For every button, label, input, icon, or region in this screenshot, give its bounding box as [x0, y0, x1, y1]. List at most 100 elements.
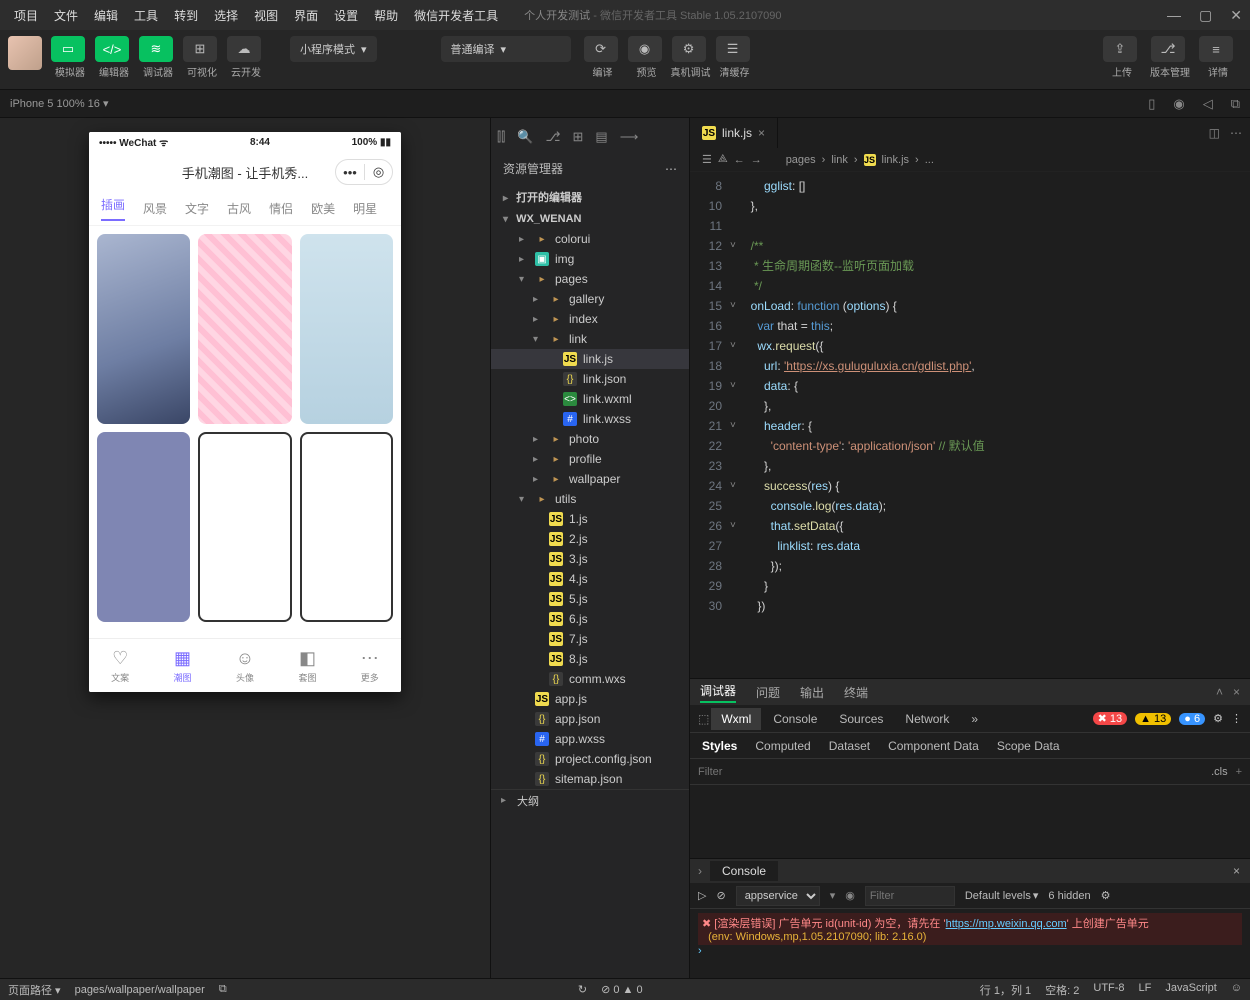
search-icon[interactable]: 🔍: [517, 129, 533, 145]
wallpaper-card[interactable]: [97, 234, 190, 424]
split-icon[interactable]: ◫: [1209, 126, 1220, 140]
copy-icon[interactable]: ⧉: [1231, 96, 1240, 112]
scopedata-subtab[interactable]: Scope Data: [997, 739, 1060, 753]
menu-item[interactable]: 选择: [208, 3, 244, 28]
status-sync-icon[interactable]: ↻: [578, 983, 587, 996]
editor-tab[interactable]: JS link.js ×: [690, 118, 778, 148]
upload-button[interactable]: ⇪: [1103, 36, 1137, 62]
kebab-icon[interactable]: ⋮: [1231, 712, 1242, 725]
ban-icon[interactable]: ⊘: [716, 889, 725, 902]
tree-file[interactable]: #app.wxss: [491, 729, 689, 749]
copy-path-icon[interactable]: ⧉: [219, 983, 227, 996]
mode-select[interactable]: 小程序模式▾: [290, 36, 377, 62]
editor-button[interactable]: </>: [95, 36, 129, 62]
menu-item[interactable]: 项目: [8, 3, 44, 28]
category-tab[interactable]: 情侣: [269, 200, 293, 217]
tree-file[interactable]: JSlink.js: [491, 349, 689, 369]
menu-item[interactable]: 界面: [288, 3, 324, 28]
tree-file[interactable]: {}link.json: [491, 369, 689, 389]
code-editor[interactable]: 8101112131415161718192021222324252627282…: [690, 172, 1250, 678]
tree-file[interactable]: ▸▣img: [491, 249, 689, 269]
styles-subtab[interactable]: Styles: [702, 739, 737, 753]
device-icon[interactable]: ▯: [1148, 96, 1155, 112]
tree-file[interactable]: JS2.js: [491, 529, 689, 549]
outline-icon[interactable]: ▤: [595, 129, 607, 145]
version-button[interactable]: ⎇: [1151, 36, 1185, 62]
outline-section[interactable]: ▸大纲: [491, 789, 689, 811]
tree-file[interactable]: JSapp.js: [491, 689, 689, 709]
bookmark-icon[interactable]: ⟁: [718, 153, 728, 166]
extensions-icon[interactable]: ⊞: [573, 129, 584, 145]
tree-folder[interactable]: ▾▸link: [491, 329, 689, 349]
info-badge[interactable]: ● 6: [1179, 713, 1205, 725]
cursor-position[interactable]: 行 1，列 1: [980, 982, 1031, 998]
visualize-button[interactable]: ⊞: [183, 36, 217, 62]
list-icon[interactable]: ☰: [702, 153, 712, 166]
simulator-button[interactable]: ▭: [51, 36, 85, 62]
hidden-count[interactable]: 6 hidden: [1048, 890, 1090, 902]
terminal-tab[interactable]: 终端: [844, 684, 868, 701]
console-prompt[interactable]: ›: [698, 945, 1242, 957]
real-device-button[interactable]: ⚙: [672, 36, 706, 62]
close-tab-icon[interactable]: ×: [758, 126, 765, 140]
inspect-icon[interactable]: ⬚: [698, 712, 709, 726]
gear-icon[interactable]: ⚙: [1213, 712, 1223, 725]
wallpaper-card[interactable]: [198, 234, 291, 424]
encoding[interactable]: UTF-8: [1093, 982, 1124, 998]
category-tab[interactable]: 明星: [353, 200, 377, 217]
chevron-up-icon[interactable]: ˄: [1216, 685, 1223, 699]
console-drawer-tab[interactable]: Console: [710, 861, 778, 881]
tabbar-item[interactable]: ♡文案: [111, 648, 129, 684]
breadcrumb[interactable]: ☰ ⟁ ← → pages › link › JS link.js › ...: [690, 148, 1250, 172]
tree-folder[interactable]: ▸▸profile: [491, 449, 689, 469]
tree-folder[interactable]: ▸▸gallery: [491, 289, 689, 309]
preview-button[interactable]: ◉: [628, 36, 662, 62]
compile-mode-select[interactable]: 普通编译▾: [441, 36, 571, 62]
more-tabs[interactable]: »: [961, 708, 988, 730]
tabbar-item[interactable]: ⋯更多: [361, 648, 379, 684]
record-icon[interactable]: ◉: [1173, 96, 1184, 112]
warn-badge[interactable]: ▲ 13: [1135, 713, 1171, 725]
minimize-icon[interactable]: —: [1167, 7, 1181, 24]
play-icon[interactable]: ▷: [698, 889, 706, 902]
log-level-select[interactable]: Default levels ▾: [965, 889, 1039, 902]
more-icon[interactable]: ⋯: [1230, 126, 1242, 140]
maximize-icon[interactable]: ▢: [1199, 7, 1212, 24]
more-icon[interactable]: ⟶: [620, 129, 639, 145]
tree-file[interactable]: {}project.config.json: [491, 749, 689, 769]
output-tab[interactable]: 输出: [800, 684, 824, 701]
forward-icon[interactable]: →: [751, 154, 762, 166]
wxml-tab[interactable]: Wxml: [711, 708, 761, 730]
sources-tab[interactable]: Sources: [829, 708, 893, 730]
cls-toggle[interactable]: .cls: [1211, 766, 1228, 778]
wallpaper-card[interactable]: [300, 432, 393, 622]
tree-folder[interactable]: ▸▸index: [491, 309, 689, 329]
compile-button[interactable]: ⟳: [584, 36, 618, 62]
category-tab[interactable]: 欧美: [311, 200, 335, 217]
tree-folder[interactable]: ▸▸colorui: [491, 229, 689, 249]
add-style-icon[interactable]: +: [1236, 766, 1242, 778]
menu-item[interactable]: 微信开发者工具: [408, 3, 504, 28]
close-icon[interactable]: ×: [1233, 685, 1240, 699]
tree-folder[interactable]: ▾▸pages: [491, 269, 689, 289]
status-problems[interactable]: ⊘ 0 ▲ 0: [601, 983, 643, 996]
network-tab[interactable]: Network: [895, 708, 959, 730]
console-chevron-icon[interactable]: ›: [690, 864, 710, 878]
menu-item[interactable]: 视图: [248, 3, 284, 28]
explorer-icon[interactable]: ⫿⫿: [497, 129, 505, 145]
tree-file[interactable]: <>link.wxml: [491, 389, 689, 409]
wallpaper-card[interactable]: [300, 234, 393, 424]
avatar[interactable]: [8, 36, 42, 70]
tree-file[interactable]: JS4.js: [491, 569, 689, 589]
tree-file[interactable]: {}sitemap.json: [491, 769, 689, 789]
tree-file[interactable]: JS7.js: [491, 629, 689, 649]
tree-file[interactable]: JS6.js: [491, 609, 689, 629]
tabbar-item[interactable]: ◧套图: [298, 648, 316, 684]
error-badge[interactable]: ✖ 13: [1093, 712, 1128, 725]
close-icon[interactable]: ✕: [1230, 7, 1242, 24]
open-editors-section[interactable]: ▸ 打开的编辑器: [491, 185, 689, 209]
menu-item[interactable]: 文件: [48, 3, 84, 28]
clear-cache-button[interactable]: ☰: [716, 36, 750, 62]
tabbar-item[interactable]: ▦潮图: [173, 648, 191, 684]
category-tab[interactable]: 风景: [143, 200, 167, 217]
